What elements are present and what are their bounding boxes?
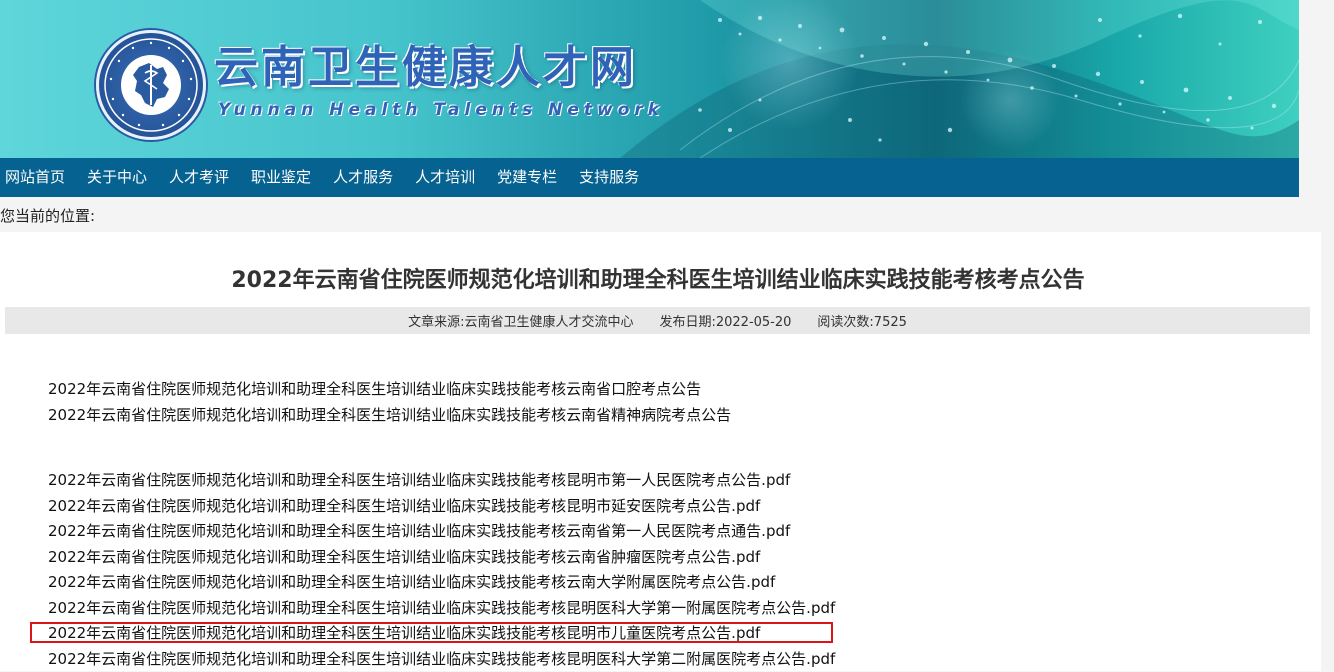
pdf-link[interactable]: 2022年云南省住院医师规范化培训和助理全科医生培训结业临床实践技能考核云南省第… [48,519,835,545]
breadcrumb: 您当前的位置: [0,205,95,226]
article-title: 2022年云南省住院医师规范化培训和助理全科医生培训结业临床实践技能考核考点公告 [0,262,1316,294]
article-date: 发布日期:2022-05-20 [659,311,791,330]
main-nav: 网站首页 关于中心 人才考评 职业鉴定 人才服务 人才培训 党建专栏 支持服务 [0,158,1299,197]
nav-item-certification[interactable]: 职业鉴定 [240,158,322,197]
yunnan-map-seal-icon [99,33,203,137]
site-banner: 云南卫生健康人才网 Yunnan Health Talents Network [0,0,1299,158]
announcement-links: 2022年云南省住院医师规范化培训和助理全科医生培训结业临床实践技能考核云南省口… [48,377,731,428]
pdf-link[interactable]: 2022年云南省住院医师规范化培训和助理全科医生培训结业临床实践技能考核云南大学… [48,570,835,596]
article-source: 文章来源:云南省卫生健康人才交流中心 [408,311,633,330]
article-meta: 文章来源:云南省卫生健康人才交流中心 发布日期:2022-05-20 阅读次数:… [5,307,1310,334]
announcement-link[interactable]: 2022年云南省住院医师规范化培训和助理全科医生培训结业临床实践技能考核云南省口… [48,377,731,403]
page-side-strip [1321,232,1334,671]
site-logo[interactable] [96,30,206,140]
nav-item-evaluation[interactable]: 人才考评 [158,158,240,197]
pdf-link[interactable]: 2022年云南省住院医师规范化培训和助理全科医生培训结业临床实践技能考核昆明医科… [48,647,835,672]
pdf-link[interactable]: 2022年云南省住院医师规范化培训和助理全科医生培训结业临床实践技能考核昆明医科… [48,596,835,622]
nav-item-party[interactable]: 党建专栏 [486,158,568,197]
pdf-link[interactable]: 2022年云南省住院医师规范化培训和助理全科医生培训结业临床实践技能考核昆明市第… [48,468,835,494]
nav-item-services[interactable]: 人才服务 [322,158,404,197]
nav-item-support[interactable]: 支持服务 [568,158,650,197]
pdf-link[interactable]: 2022年云南省住院医师规范化培训和助理全科医生培训结业临床实践技能考核昆明市延… [48,494,835,520]
nav-item-home[interactable]: 网站首页 [0,158,76,197]
nav-item-about[interactable]: 关于中心 [76,158,158,197]
pdf-links: 2022年云南省住院医师规范化培训和助理全科医生培训结业临床实践技能考核昆明市第… [48,468,835,672]
article-views: 阅读次数:7525 [817,311,906,330]
pdf-link[interactable]: 2022年云南省住院医师规范化培训和助理全科医生培训结业临床实践技能考核云南省肿… [48,545,835,571]
pdf-link-highlighted[interactable]: 2022年云南省住院医师规范化培训和助理全科医生培训结业临床实践技能考核昆明市儿… [48,621,835,647]
article-content: 2022年云南省住院医师规范化培训和助理全科医生培训结业临床实践技能考核考点公告… [0,232,1321,671]
nav-item-training[interactable]: 人才培训 [404,158,486,197]
site-title: 云南卫生健康人才网 [214,44,637,92]
site-subtitle: Yunnan Health Talents Network [218,100,664,120]
announcement-link[interactable]: 2022年云南省住院医师规范化培训和助理全科医生培训结业临床实践技能考核云南省精… [48,403,731,429]
